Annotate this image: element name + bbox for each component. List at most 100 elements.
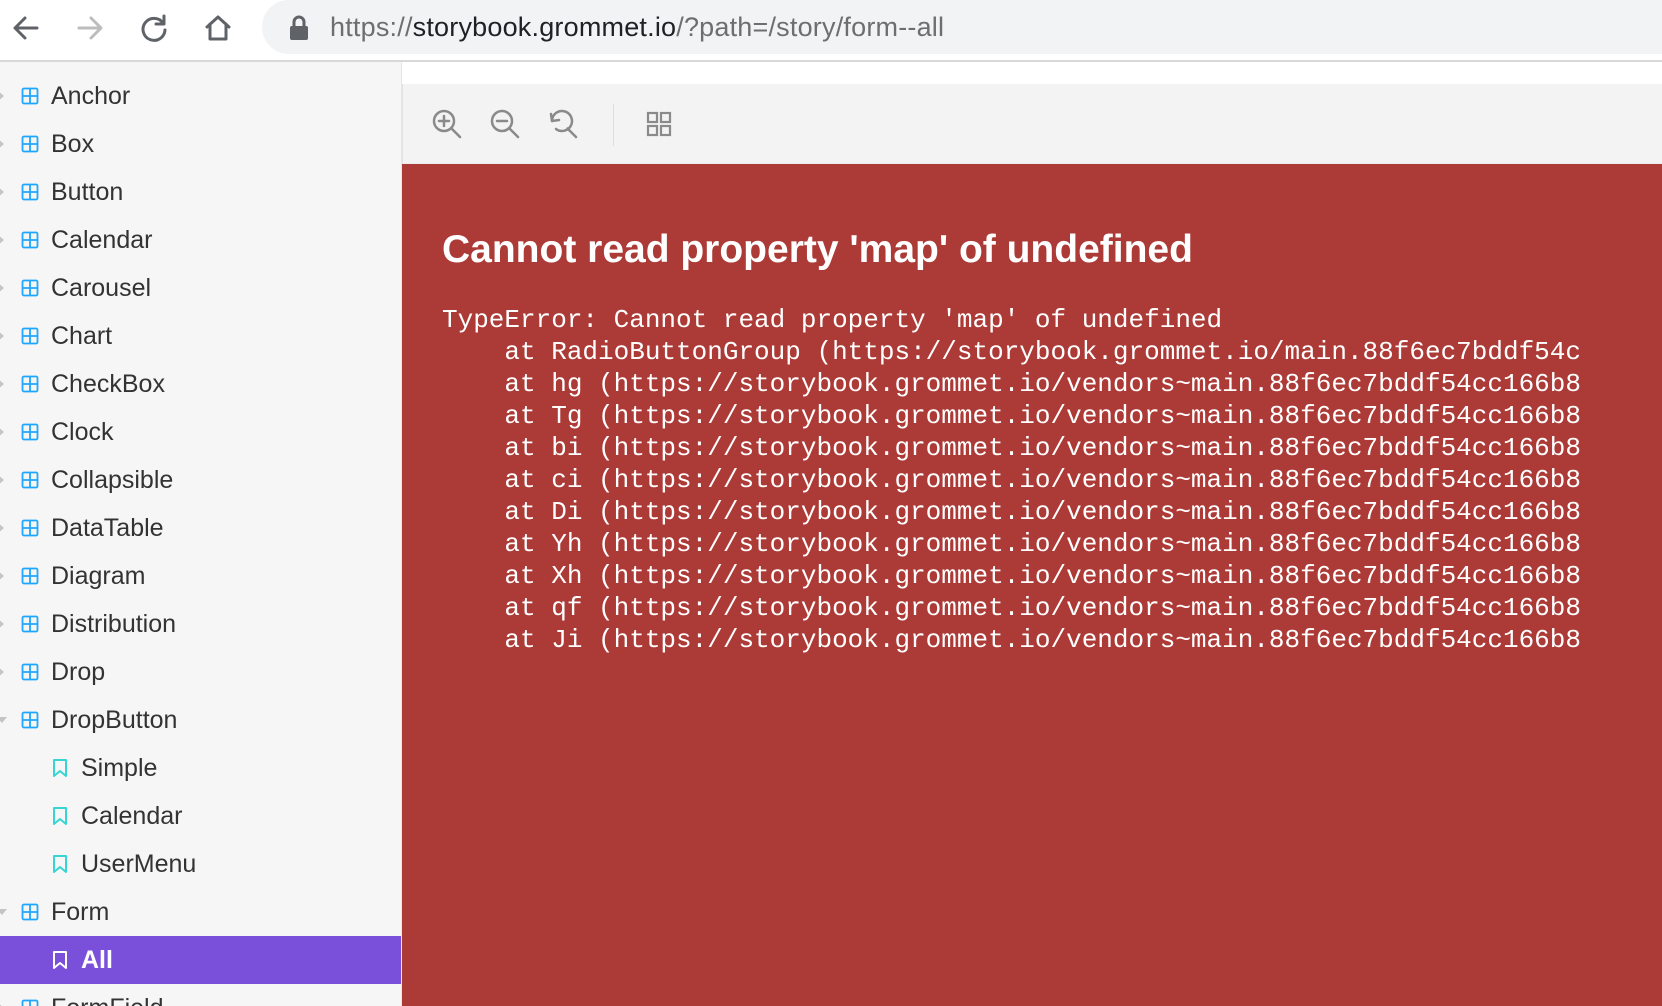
stack-frame-line: at RadioButtonGroup (https://storybook.g… bbox=[442, 337, 1581, 367]
stack-frame-line: at Di (https://storybook.grommet.io/vend… bbox=[442, 497, 1581, 527]
sidebar-item-drop[interactable]: Drop bbox=[0, 648, 401, 696]
component-icon bbox=[21, 135, 39, 153]
sidebar-story-calendar[interactable]: Calendar bbox=[0, 792, 401, 840]
zoom-out-button[interactable] bbox=[485, 104, 525, 144]
component-icon bbox=[21, 711, 39, 729]
caret-right-icon bbox=[0, 139, 4, 149]
sidebar-item-box[interactable]: Box bbox=[0, 120, 401, 168]
sidebar-story-usermenu[interactable]: UserMenu bbox=[0, 840, 401, 888]
stack-frame-line: at Tg (https://storybook.grommet.io/vend… bbox=[442, 401, 1581, 431]
sidebar-item-formfield[interactable]: FormField bbox=[0, 984, 401, 1006]
caret-down-icon bbox=[0, 717, 7, 723]
back-button[interactable] bbox=[6, 8, 46, 48]
caret-right-icon bbox=[0, 619, 4, 629]
error-panel: Cannot read property 'map' of undefined … bbox=[402, 164, 1662, 1006]
sidebar-item-label: Simple bbox=[81, 754, 158, 782]
caret-right-icon bbox=[0, 235, 4, 245]
reload-button[interactable] bbox=[134, 8, 174, 48]
zoom-in-icon bbox=[432, 109, 462, 139]
story-sidebar: Anchor Box Button Calendar Carousel Chart Chec… bbox=[0, 62, 402, 1006]
home-button[interactable] bbox=[198, 8, 238, 48]
component-icon bbox=[21, 519, 39, 537]
caret-right-icon bbox=[0, 427, 4, 437]
reset-zoom-button[interactable] bbox=[543, 104, 583, 144]
arrow-right-icon bbox=[77, 16, 103, 40]
browser-toolbar: https://storybook.grommet.io/?path=/stor… bbox=[0, 0, 1662, 62]
sidebar-item-label: DropButton bbox=[51, 706, 178, 734]
stack-frame-line: at qf (https://storybook.grommet.io/vend… bbox=[442, 593, 1581, 623]
sidebar-item-carousel[interactable]: Carousel bbox=[0, 264, 401, 312]
stack-frame-line: at hg (https://storybook.grommet.io/vend… bbox=[442, 369, 1581, 399]
home-icon bbox=[205, 15, 231, 41]
sidebar-item-label: FormField bbox=[51, 984, 164, 1006]
caret-right-icon bbox=[0, 475, 4, 485]
sidebar-item-label: Button bbox=[51, 178, 124, 206]
component-icon bbox=[21, 231, 39, 249]
sidebar-item-label: CheckBox bbox=[51, 370, 165, 398]
sidebar-item-checkbox[interactable]: CheckBox bbox=[0, 360, 401, 408]
bookmark-icon bbox=[53, 807, 67, 825]
sidebar-item-dropbutton[interactable]: DropButton bbox=[0, 696, 401, 744]
url-scheme: https:// bbox=[330, 12, 413, 42]
stack-frame-line: at ci (https://storybook.grommet.io/vend… bbox=[442, 465, 1581, 495]
address-bar[interactable]: https://storybook.grommet.io/?path=/stor… bbox=[262, 0, 1662, 54]
stack-frame-line: at bi (https://storybook.grommet.io/vend… bbox=[442, 433, 1581, 463]
sidebar-item-form[interactable]: Form bbox=[0, 888, 401, 936]
sidebar-story-simple[interactable]: Simple bbox=[0, 744, 401, 792]
caret-right-icon bbox=[0, 379, 4, 389]
sidebar-item-label: Drop bbox=[51, 658, 106, 686]
zoom-out-icon bbox=[490, 109, 520, 139]
component-icon bbox=[21, 471, 39, 489]
sidebar-item-label: UserMenu bbox=[81, 850, 197, 878]
forward-button[interactable] bbox=[70, 8, 110, 48]
caret-right-icon bbox=[0, 667, 4, 677]
component-icon bbox=[21, 375, 39, 393]
reload-icon bbox=[141, 14, 167, 42]
component-icon bbox=[21, 327, 39, 345]
url-text: https://storybook.grommet.io/?path=/stor… bbox=[330, 0, 944, 54]
sidebar-item-label: Chart bbox=[51, 322, 113, 350]
component-icon bbox=[21, 999, 39, 1006]
sidebar-item-distribution[interactable]: Distribution bbox=[0, 600, 401, 648]
reset-zoom-icon bbox=[549, 109, 578, 139]
grid-icon bbox=[646, 111, 672, 137]
sidebar-item-clock[interactable]: Clock bbox=[0, 408, 401, 456]
bookmark-icon bbox=[53, 759, 67, 777]
sidebar-item-label: All bbox=[81, 946, 113, 974]
component-icon bbox=[21, 183, 39, 201]
sidebar-item-label: Calendar bbox=[51, 226, 153, 254]
lock-icon bbox=[290, 15, 308, 40]
sidebar-item-label: Box bbox=[51, 130, 95, 158]
sidebar-item-button[interactable]: Button bbox=[0, 168, 401, 216]
zoom-in-button[interactable] bbox=[427, 104, 467, 144]
error-message-line: TypeError: Cannot read property 'map' of… bbox=[442, 305, 1223, 335]
sidebar-story-all[interactable]: All bbox=[0, 936, 401, 984]
arrow-left-icon bbox=[13, 16, 39, 40]
caret-down-icon bbox=[0, 909, 7, 915]
url-host: storybook.grommet.io bbox=[412, 12, 677, 42]
sidebar-item-anchor[interactable]: Anchor bbox=[0, 72, 401, 120]
sidebar-item-diagram[interactable]: Diagram bbox=[0, 552, 401, 600]
preview-toolbar bbox=[402, 84, 1662, 164]
sidebar-item-label: Carousel bbox=[51, 274, 152, 302]
sidebar-item-datatable[interactable]: DataTable bbox=[0, 504, 401, 552]
stack-frame-line: at Yh (https://storybook.grommet.io/vend… bbox=[442, 529, 1581, 559]
component-icon bbox=[21, 663, 39, 681]
caret-right-icon bbox=[0, 571, 4, 581]
sidebar-item-chart[interactable]: Chart bbox=[0, 312, 401, 360]
toolbar-divider bbox=[613, 104, 614, 146]
url-path: /?path=/story/form--all bbox=[676, 12, 945, 42]
sidebar-item-label: Calendar bbox=[81, 802, 183, 830]
component-icon bbox=[21, 87, 39, 105]
caret-right-icon bbox=[0, 523, 4, 533]
component-icon bbox=[21, 615, 39, 633]
sidebar-item-collapsible[interactable]: Collapsible bbox=[0, 456, 401, 504]
sidebar-item-calendar[interactable]: Calendar bbox=[0, 216, 401, 264]
grid-toggle-button[interactable] bbox=[639, 104, 679, 144]
sidebar-item-label: Diagram bbox=[51, 562, 146, 590]
sidebar-item-label: Form bbox=[51, 898, 110, 926]
caret-right-icon bbox=[0, 187, 4, 197]
sidebar-item-label: Distribution bbox=[51, 610, 177, 638]
stack-frame-line: at Ji (https://storybook.grommet.io/vend… bbox=[442, 625, 1581, 655]
sidebar-item-label: Collapsible bbox=[51, 466, 174, 494]
